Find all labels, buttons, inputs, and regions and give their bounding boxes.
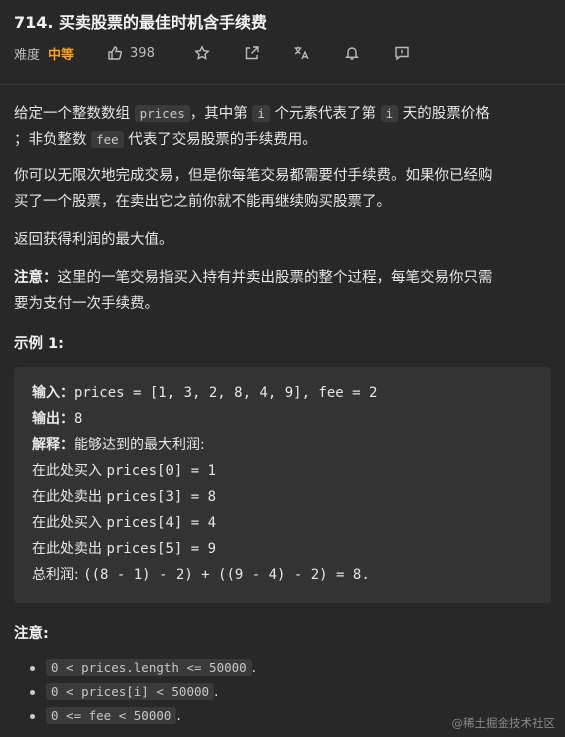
like-button[interactable]: 398 [106, 44, 155, 62]
like-count: 398 [130, 45, 155, 61]
description-paragraph-3: 返回获得利润的最大值。 [14, 232, 174, 248]
example-heading: 示例 1: [14, 336, 64, 352]
code-i: i [252, 105, 270, 122]
header-divider [0, 84, 565, 85]
code-prices: prices [134, 105, 190, 122]
share-icon[interactable] [243, 44, 261, 62]
example-step-line: 在此处卖出 prices[3] = 8 [32, 489, 217, 505]
problem-meta-bar: 难度 中等 398 [14, 43, 411, 63]
description-paragraph-1: 给定一个整数数组 prices ，其中第 i 个元素代表了第 i 天的股票价格 ；… [14, 105, 490, 148]
code-i: i [380, 105, 399, 122]
explain-label: 解释： [32, 437, 74, 453]
description-note: 注意：这里的一笔交易指买入持有并卖出股票的整个过程，每笔交易你只需 要为支付一次… [14, 270, 493, 312]
example-step-line: 在此处买入 prices[4] = 4 [32, 515, 217, 531]
example-total-line: 总利润: ((8 - 1) - 2) + ((9 - 4) - 2) = 8. [32, 567, 370, 583]
example-step-line: 在此处卖出 prices[5] = 9 [32, 541, 217, 557]
example-step-line: 在此处买入 prices[0] = 1 [32, 463, 217, 479]
bell-icon[interactable] [343, 44, 361, 62]
output-label: 输出： [32, 411, 74, 427]
example-output-line: 输出：8 [32, 411, 83, 427]
thumbs-up-icon [106, 44, 124, 62]
list-item: 0 < prices.length <= 50000. [29, 656, 256, 680]
translate-icon[interactable] [293, 44, 311, 62]
constraints-list: 0 < prices.length <= 50000. 0 < prices[i… [29, 656, 256, 728]
description-paragraph-2: 你可以无限次地完成交易，但是你每笔交易都需要付手续费。如果你已经购 买了一个股票… [14, 168, 493, 210]
example-input-line: 输入：prices = [1, 3, 2, 8, 4, 9], fee = 2 [32, 385, 378, 401]
watermark: @稀土掘金技术社区 [451, 716, 556, 730]
note-label: 注意： [14, 270, 58, 286]
list-item: 0 <= fee < 50000. [29, 704, 256, 728]
list-item: 0 < prices[i] < 50000. [29, 680, 256, 704]
problem-title: 714. 买卖股票的最佳时机含手续费 [14, 13, 268, 32]
example-explain-line: 解释：能够达到的最大利润: [32, 437, 205, 453]
difficulty-label: 难度 [14, 47, 41, 63]
star-icon[interactable] [193, 44, 211, 62]
example-code-block: 输入：prices = [1, 3, 2, 8, 4, 9], fee = 2 … [14, 367, 551, 603]
difficulty-value: 中等 [48, 47, 75, 63]
input-label: 输入： [32, 385, 74, 401]
code-fee: fee [91, 131, 124, 148]
constraints-heading: 注意: [14, 626, 49, 642]
feedback-icon[interactable] [393, 44, 411, 62]
